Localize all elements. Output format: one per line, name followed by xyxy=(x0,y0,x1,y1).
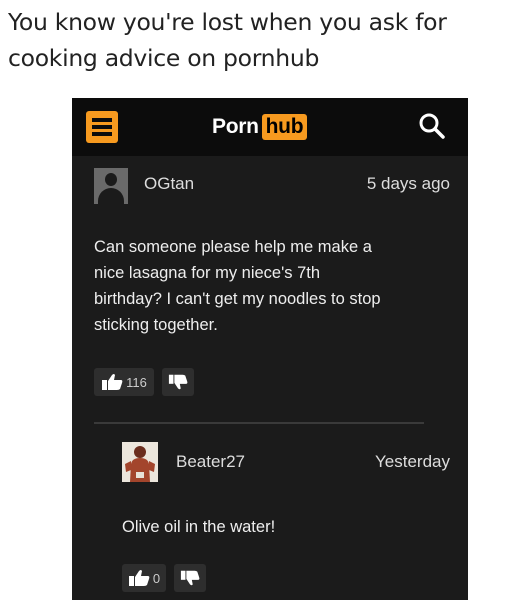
site-logo[interactable]: Porn hub xyxy=(212,112,308,142)
thumbs-up-button[interactable]: 116 xyxy=(94,368,154,396)
thumbs-up-icon xyxy=(128,570,150,586)
logo-text-part1: Porn xyxy=(212,115,259,138)
comment-body: Can someone please help me make a nice l… xyxy=(94,234,454,338)
user-avatar[interactable] xyxy=(122,442,158,482)
comment-text-line: sticking together. xyxy=(94,316,218,334)
like-count: 116 xyxy=(126,374,147,390)
phone-screenshot: Porn hub OGtan 5 days ago Can someone pl… xyxy=(72,98,468,600)
thumbs-down-icon xyxy=(168,374,188,390)
like-count: 0 xyxy=(152,570,161,586)
comment-text-line: birthday? I can't get my noodles to stop xyxy=(94,290,381,308)
thumbs-down-icon xyxy=(180,570,200,586)
vote-bar: 116 xyxy=(94,368,194,396)
caption-line-2: cooking advice on pornhub xyxy=(8,44,320,72)
caption-line-1: You know you're lost when you ask for xyxy=(8,8,447,36)
thumbs-up-button[interactable]: 0 xyxy=(122,564,166,592)
meme-caption: You know you're lost when you ask for co… xyxy=(8,4,508,76)
comment-text-line: nice lasagna for my niece's 7th xyxy=(94,264,321,282)
reply-username[interactable]: Beater27 xyxy=(176,452,245,472)
thumbs-down-button[interactable] xyxy=(174,564,206,592)
default-avatar-icon[interactable] xyxy=(94,168,128,204)
reply-vote-bar: 0 xyxy=(122,564,206,592)
comment-divider xyxy=(94,422,424,424)
thumbs-down-button[interactable] xyxy=(162,368,194,396)
comment-item: OGtan 5 days ago Can someone please help… xyxy=(72,156,468,406)
reply-body: Olive oil in the water! xyxy=(122,514,442,540)
comment-text-line: Can someone please help me make a xyxy=(94,238,372,256)
reply-timestamp: Yesterday xyxy=(375,452,450,471)
comment-timestamp: 5 days ago xyxy=(366,174,450,193)
comment-username[interactable]: OGtan xyxy=(144,174,194,194)
thumbs-up-icon xyxy=(102,374,123,390)
reply-text-line: Olive oil in the water! xyxy=(122,518,276,536)
top-navbar: Porn hub xyxy=(72,98,468,156)
reply-comment-item: Beater27 Yesterday Olive oil in the wate… xyxy=(72,426,468,600)
search-icon[interactable] xyxy=(418,112,446,140)
logo-text-part2: hub xyxy=(261,114,308,140)
hamburger-menu-icon[interactable] xyxy=(86,111,118,143)
